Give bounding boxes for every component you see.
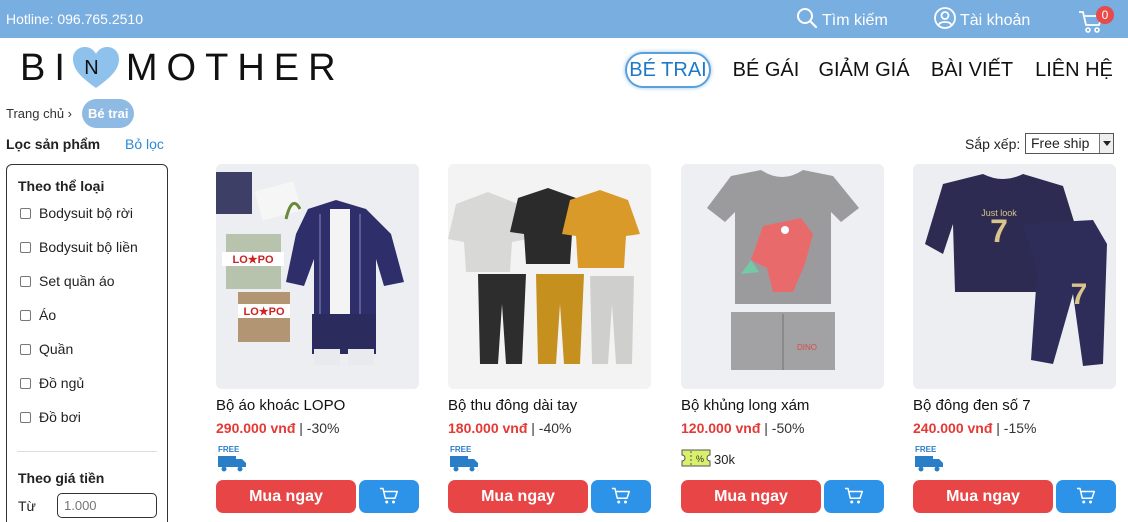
svg-text:N: N: [84, 57, 107, 79]
product-discount: | -40%: [531, 420, 572, 436]
svg-text:LO★PO: LO★PO: [232, 254, 273, 266]
svg-text:%: %: [696, 454, 704, 464]
free-shipping-truck-icon: FREE: [216, 445, 248, 478]
category-option[interactable]: Set quần áo: [20, 273, 115, 289]
checkbox[interactable]: [20, 411, 31, 423]
price-line: 120.000 vnđ | -50%: [681, 420, 805, 436]
nav-be-trai[interactable]: BÉ TRAI: [625, 52, 711, 88]
product-name[interactable]: Bộ áo khoác LOPO: [216, 397, 345, 414]
product-discount: | -30%: [299, 420, 340, 436]
buy-now-button[interactable]: Mua ngay: [216, 480, 356, 513]
cart-button[interactable]: 0: [1078, 6, 1118, 34]
add-to-cart-button[interactable]: [359, 480, 419, 513]
account-label: Tài khoản: [960, 11, 1031, 29]
category-option[interactable]: Đồ ngủ: [20, 375, 84, 391]
free-shipping-truck-icon: FREE: [448, 445, 480, 478]
nav-bai-viet[interactable]: BÀI VIẾT: [928, 52, 1016, 88]
add-to-cart-button[interactable]: [824, 480, 884, 513]
nav-be-gai[interactable]: BÉ GÁI: [730, 52, 802, 88]
category-option[interactable]: Bodysuit bộ liền: [20, 239, 138, 255]
svg-text:FREE: FREE: [915, 445, 937, 454]
divider: [17, 451, 157, 452]
sort-label: Sắp xếp:: [965, 136, 1021, 152]
free-ship-badge: FREE: [216, 444, 248, 474]
product-name[interactable]: Bộ thu đông dài tay: [448, 397, 577, 414]
category-option[interactable]: Bodysuit bộ rời: [20, 205, 133, 221]
free-ship-badge: FREE: [448, 444, 480, 474]
cart-count-badge: 0: [1096, 6, 1114, 24]
buy-now-button[interactable]: Mua ngay: [448, 480, 588, 513]
product-name[interactable]: Bộ khủng long xám: [681, 397, 809, 414]
price-line: 180.000 vnđ | -40%: [448, 420, 572, 436]
account-link[interactable]: Tài khoản: [934, 7, 1030, 34]
logo-text-right: MOTHER: [125, 46, 345, 89]
checkbox[interactable]: [20, 241, 31, 253]
search-icon: [796, 7, 818, 34]
product-image-dinosaur-set[interactable]: DINO: [681, 164, 884, 389]
svg-text:FREE: FREE: [450, 445, 472, 454]
add-to-cart-button[interactable]: [1056, 480, 1116, 513]
category-option[interactable]: Áo: [20, 307, 56, 323]
breadcrumb-current: Bé trai: [82, 99, 135, 128]
checkbox[interactable]: [20, 275, 31, 287]
price-from-label: Từ: [18, 498, 36, 514]
filter-sidebar: Theo thể loại Bodysuit bộ rời Bodysuit b…: [6, 164, 168, 522]
svg-text:FREE: FREE: [218, 445, 240, 454]
checkbox[interactable]: [20, 377, 31, 389]
sort-selected-value: Free ship: [1031, 135, 1090, 151]
dropdown-arrow-icon: [1099, 134, 1113, 153]
svg-text:DINO: DINO: [797, 343, 817, 352]
product-price: 290.000 vnđ: [216, 420, 296, 436]
free-shipping-truck-icon: FREE: [913, 445, 945, 478]
price-filter-heading: Theo giá tiền: [18, 470, 105, 486]
nav-lien-he[interactable]: LIÊN HỆ: [1032, 52, 1116, 88]
product-discount: | -15%: [996, 420, 1037, 436]
category-filter-heading: Theo thể loại: [18, 178, 105, 194]
voucher-ticket-icon: %: [681, 449, 711, 472]
checkbox[interactable]: [20, 207, 31, 219]
price-line: 290.000 vnđ | -30%: [216, 420, 340, 436]
product-image-jacket-set[interactable]: LO★PO LO★PO: [216, 164, 419, 389]
product-price: 180.000 vnđ: [448, 420, 528, 436]
heart-logo-icon: N: [72, 46, 120, 90]
filter-title: Lọc sản phẩm: [6, 136, 101, 152]
buy-now-button[interactable]: Mua ngay: [913, 480, 1053, 513]
search-label: Tìm kiếm: [822, 11, 888, 29]
category-option[interactable]: Quần: [20, 341, 73, 357]
product-name[interactable]: Bộ đông đen số 7: [913, 397, 1031, 414]
svg-text:LO★PO: LO★PO: [243, 306, 284, 318]
nav-giam-gia[interactable]: GIẢM GIÁ: [816, 52, 912, 88]
svg-text:7: 7: [1071, 278, 1088, 311]
free-ship-badge: FREE: [913, 444, 945, 474]
site-logo[interactable]: BI N MOTHER: [20, 46, 345, 90]
product-discount: | -50%: [764, 420, 805, 436]
price-line: 240.000 vnđ | -15%: [913, 420, 1037, 436]
logo-text-left: BI: [20, 46, 74, 89]
svg-text:Just look: Just look: [981, 208, 1017, 218]
checkbox[interactable]: [20, 343, 31, 355]
svg-text:7: 7: [990, 213, 1008, 249]
product-image-navy-number-7-set[interactable]: 7 Just look 7: [913, 164, 1116, 389]
clear-filter-link[interactable]: Bỏ lọc: [125, 136, 164, 152]
search-link[interactable]: Tìm kiếm: [796, 7, 888, 34]
checkbox[interactable]: [20, 309, 31, 321]
product-image-winter-set[interactable]: [448, 164, 651, 389]
category-option[interactable]: Đồ bơi: [20, 409, 81, 425]
add-to-cart-button[interactable]: [591, 480, 651, 513]
product-price: 240.000 vnđ: [913, 420, 993, 436]
sort-select[interactable]: Free ship: [1025, 133, 1114, 154]
top-bar: Hotline: 096.765.2510 Tìm kiếm Tài khoản…: [0, 0, 1128, 38]
voucher-amount: 30k: [714, 452, 735, 467]
hotline-text: Hotline: 096.765.2510: [6, 11, 143, 27]
breadcrumb-home[interactable]: Trang chủ ›: [6, 106, 72, 121]
buy-now-button[interactable]: Mua ngay: [681, 480, 821, 513]
user-icon: [934, 7, 956, 34]
product-price: 120.000 vnđ: [681, 420, 761, 436]
price-from-input[interactable]: [57, 493, 157, 518]
